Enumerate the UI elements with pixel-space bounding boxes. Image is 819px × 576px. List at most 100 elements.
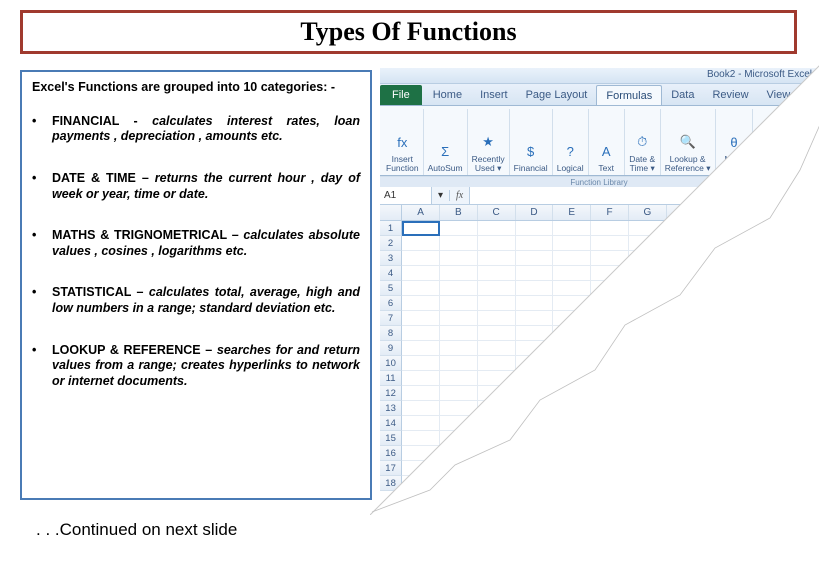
cell[interactable]: [780, 311, 818, 326]
cell[interactable]: [402, 251, 440, 266]
cell[interactable]: [705, 326, 743, 341]
cell[interactable]: [629, 341, 667, 356]
cell[interactable]: [667, 371, 705, 386]
cell[interactable]: [780, 341, 818, 356]
cell[interactable]: [402, 266, 440, 281]
ribbon-button-lookup-[interactable]: 🔍Lookup & Reference ▾: [661, 109, 716, 175]
cell[interactable]: [629, 356, 667, 371]
row-header[interactable]: 10: [380, 356, 402, 371]
cell[interactable]: [402, 476, 440, 491]
cell[interactable]: [440, 416, 478, 431]
cell[interactable]: [705, 401, 743, 416]
cell[interactable]: [553, 311, 591, 326]
cell[interactable]: [553, 476, 591, 491]
cell[interactable]: [516, 401, 554, 416]
cell[interactable]: [742, 476, 780, 491]
file-tab[interactable]: File: [380, 85, 422, 105]
cell[interactable]: [780, 266, 818, 281]
cell[interactable]: [629, 266, 667, 281]
fx-icon[interactable]: fx: [450, 187, 470, 204]
cell[interactable]: [629, 251, 667, 266]
ribbon-button-insert[interactable]: fxInsert Function: [382, 109, 424, 175]
cell[interactable]: [516, 386, 554, 401]
cell[interactable]: [591, 416, 629, 431]
column-header[interactable]: G: [629, 205, 667, 220]
cell[interactable]: [440, 311, 478, 326]
cell[interactable]: [516, 311, 554, 326]
cell[interactable]: [516, 326, 554, 341]
cell[interactable]: [742, 236, 780, 251]
cell[interactable]: [478, 341, 516, 356]
cell[interactable]: [591, 296, 629, 311]
column-header[interactable]: B: [440, 205, 478, 220]
cell[interactable]: [667, 341, 705, 356]
cell[interactable]: [516, 281, 554, 296]
cell[interactable]: [440, 326, 478, 341]
cell[interactable]: [553, 431, 591, 446]
cell[interactable]: [440, 461, 478, 476]
cell[interactable]: [478, 281, 516, 296]
cell[interactable]: [780, 416, 818, 431]
tab-data[interactable]: Data: [662, 85, 703, 105]
cell[interactable]: [402, 371, 440, 386]
cell[interactable]: [667, 326, 705, 341]
cell[interactable]: [402, 341, 440, 356]
row-header[interactable]: 11: [380, 371, 402, 386]
cell[interactable]: [553, 281, 591, 296]
row-header[interactable]: 14: [380, 416, 402, 431]
cell[interactable]: [667, 386, 705, 401]
cell[interactable]: [553, 356, 591, 371]
column-header[interactable]: F: [591, 205, 629, 220]
cell[interactable]: [742, 311, 780, 326]
cell[interactable]: [440, 386, 478, 401]
cell[interactable]: [780, 281, 818, 296]
cell[interactable]: [667, 266, 705, 281]
row-header[interactable]: 12: [380, 386, 402, 401]
cell[interactable]: [591, 221, 629, 236]
cell[interactable]: [780, 386, 818, 401]
cell[interactable]: [667, 416, 705, 431]
cell[interactable]: [516, 341, 554, 356]
cell[interactable]: [705, 446, 743, 461]
formula-bar[interactable]: [470, 187, 818, 204]
cell[interactable]: [402, 236, 440, 251]
cell[interactable]: [440, 236, 478, 251]
cell[interactable]: [591, 431, 629, 446]
cell[interactable]: [705, 356, 743, 371]
cell[interactable]: [440, 281, 478, 296]
cell[interactable]: [516, 236, 554, 251]
cell[interactable]: [780, 326, 818, 341]
cell[interactable]: [591, 236, 629, 251]
cell[interactable]: [591, 251, 629, 266]
cell[interactable]: [516, 221, 554, 236]
cell[interactable]: [478, 431, 516, 446]
cell[interactable]: [742, 356, 780, 371]
cell[interactable]: [742, 386, 780, 401]
cell[interactable]: [440, 356, 478, 371]
row-header[interactable]: 16: [380, 446, 402, 461]
cell[interactable]: [516, 266, 554, 281]
spreadsheet-grid[interactable]: ABCDEFGHIJK 123456789101112131415161718: [380, 205, 818, 515]
column-header[interactable]: A: [402, 205, 440, 220]
cell[interactable]: [402, 311, 440, 326]
cell[interactable]: [629, 311, 667, 326]
cell[interactable]: [780, 356, 818, 371]
cell[interactable]: [705, 236, 743, 251]
cell[interactable]: [780, 236, 818, 251]
cell[interactable]: [478, 461, 516, 476]
cell[interactable]: [402, 446, 440, 461]
column-header[interactable]: H: [667, 205, 705, 220]
cell[interactable]: [516, 371, 554, 386]
cell[interactable]: [780, 476, 818, 491]
cell[interactable]: [629, 281, 667, 296]
cell[interactable]: [402, 401, 440, 416]
cell[interactable]: [667, 356, 705, 371]
cell[interactable]: [553, 221, 591, 236]
cell[interactable]: [780, 296, 818, 311]
row-header[interactable]: 15: [380, 431, 402, 446]
cell[interactable]: [591, 281, 629, 296]
cell[interactable]: [553, 236, 591, 251]
cell[interactable]: [705, 386, 743, 401]
cell[interactable]: [591, 476, 629, 491]
cell[interactable]: [780, 446, 818, 461]
